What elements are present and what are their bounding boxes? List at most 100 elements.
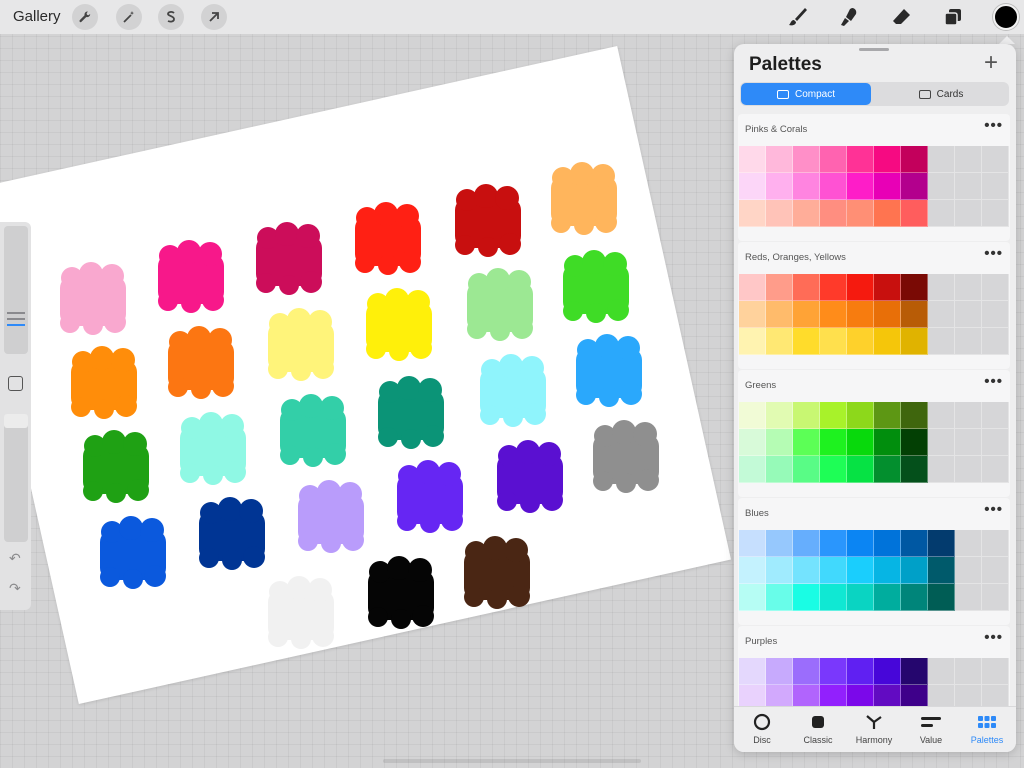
palette-swatch[interactable]: [847, 200, 874, 227]
empty-swatch[interactable]: [955, 456, 982, 483]
empty-swatch[interactable]: [982, 200, 1009, 227]
empty-swatch[interactable]: [982, 584, 1009, 611]
palette-swatch[interactable]: [793, 200, 820, 227]
empty-swatch[interactable]: [928, 456, 955, 483]
palette-swatch[interactable]: [766, 146, 793, 173]
palette-swatch[interactable]: [874, 328, 901, 355]
empty-swatch[interactable]: [928, 429, 955, 456]
empty-swatch[interactable]: [955, 429, 982, 456]
palette-swatch[interactable]: [766, 557, 793, 584]
palette-swatch[interactable]: [766, 402, 793, 429]
palette-swatch[interactable]: [847, 301, 874, 328]
palette-swatch[interactable]: [766, 301, 793, 328]
empty-swatch[interactable]: [928, 146, 955, 173]
palette-swatch[interactable]: [766, 274, 793, 301]
empty-swatch[interactable]: [928, 328, 955, 355]
palette-swatch[interactable]: [793, 402, 820, 429]
palette-swatch[interactable]: [766, 658, 793, 685]
tab-disc[interactable]: Disc: [734, 711, 790, 751]
empty-swatch[interactable]: [928, 173, 955, 200]
palette-swatch[interactable]: [793, 173, 820, 200]
empty-swatch[interactable]: [955, 328, 982, 355]
palette-swatch[interactable]: [739, 328, 766, 355]
opacity-slider-thumb[interactable]: [4, 414, 28, 428]
palette-swatch[interactable]: [847, 658, 874, 685]
palette-swatch[interactable]: [901, 557, 928, 584]
palette-swatch[interactable]: [766, 429, 793, 456]
empty-swatch[interactable]: [928, 274, 955, 301]
palette-swatch[interactable]: [793, 658, 820, 685]
palette-swatch[interactable]: [793, 429, 820, 456]
palette-swatch[interactable]: [766, 456, 793, 483]
palette-swatch[interactable]: [793, 530, 820, 557]
palette-swatch[interactable]: [901, 402, 928, 429]
empty-swatch[interactable]: [955, 146, 982, 173]
palette-swatch[interactable]: [874, 557, 901, 584]
empty-swatch[interactable]: [955, 557, 982, 584]
empty-swatch[interactable]: [982, 274, 1009, 301]
palette-swatch[interactable]: [901, 658, 928, 685]
empty-swatch[interactable]: [955, 530, 982, 557]
palette-swatch[interactable]: [847, 456, 874, 483]
palette-swatch[interactable]: [847, 274, 874, 301]
palette-swatch[interactable]: [901, 146, 928, 173]
palette-swatch[interactable]: [739, 557, 766, 584]
palette-swatch[interactable]: [874, 456, 901, 483]
add-palette-button[interactable]: +: [984, 51, 998, 75]
palette-swatch[interactable]: [874, 429, 901, 456]
palette-swatch[interactable]: [739, 301, 766, 328]
palette-swatch[interactable]: [820, 173, 847, 200]
opacity-slider[interactable]: [4, 414, 28, 542]
empty-swatch[interactable]: [955, 658, 982, 685]
palette-swatch[interactable]: [847, 146, 874, 173]
palette-more-button[interactable]: •••: [984, 117, 1003, 134]
segment-cards[interactable]: Cards: [876, 83, 1006, 105]
tab-palettes[interactable]: Palettes: [959, 711, 1015, 751]
tab-classic[interactable]: Classic: [790, 711, 846, 751]
palette-swatch[interactable]: [847, 402, 874, 429]
palette-swatch[interactable]: [793, 301, 820, 328]
palette-swatch[interactable]: [847, 530, 874, 557]
empty-swatch[interactable]: [982, 146, 1009, 173]
palette-swatch[interactable]: [847, 584, 874, 611]
empty-swatch[interactable]: [928, 301, 955, 328]
empty-swatch[interactable]: [982, 402, 1009, 429]
palette-swatch[interactable]: [739, 274, 766, 301]
palette-swatch[interactable]: [820, 146, 847, 173]
palette-swatch[interactable]: [820, 301, 847, 328]
palette-swatch[interactable]: [901, 584, 928, 611]
palette-swatch[interactable]: [739, 530, 766, 557]
palette-swatch[interactable]: [847, 173, 874, 200]
palette-card[interactable]: Greens •••: [738, 370, 1010, 497]
palette-swatch[interactable]: [793, 274, 820, 301]
palette-card[interactable]: Reds, Oranges, Yellows •••: [738, 242, 1010, 369]
palette-card[interactable]: Pinks & Corals •••: [738, 114, 1010, 241]
segment-compact[interactable]: Compact: [741, 83, 871, 105]
palette-swatch[interactable]: [766, 173, 793, 200]
palette-swatch[interactable]: [739, 200, 766, 227]
palette-more-button[interactable]: •••: [984, 629, 1003, 646]
palette-swatch[interactable]: [793, 584, 820, 611]
empty-swatch[interactable]: [982, 429, 1009, 456]
empty-swatch[interactable]: [982, 328, 1009, 355]
palette-swatch[interactable]: [901, 456, 928, 483]
modify-button[interactable]: [8, 376, 23, 391]
palette-swatch[interactable]: [874, 402, 901, 429]
empty-swatch[interactable]: [982, 530, 1009, 557]
palette-more-button[interactable]: •••: [984, 373, 1003, 390]
palette-swatch[interactable]: [847, 557, 874, 584]
tab-harmony[interactable]: Harmony: [846, 711, 902, 751]
palette-swatch[interactable]: [847, 429, 874, 456]
empty-swatch[interactable]: [955, 200, 982, 227]
tab-value[interactable]: Value: [903, 711, 959, 751]
palette-swatch[interactable]: [901, 274, 928, 301]
empty-swatch[interactable]: [982, 301, 1009, 328]
empty-swatch[interactable]: [928, 200, 955, 227]
palette-swatch[interactable]: [739, 173, 766, 200]
palette-swatch[interactable]: [820, 658, 847, 685]
empty-swatch[interactable]: [955, 584, 982, 611]
palette-swatch[interactable]: [820, 274, 847, 301]
undo-button[interactable]: ↶: [9, 550, 21, 567]
palette-swatch[interactable]: [847, 328, 874, 355]
empty-swatch[interactable]: [955, 274, 982, 301]
